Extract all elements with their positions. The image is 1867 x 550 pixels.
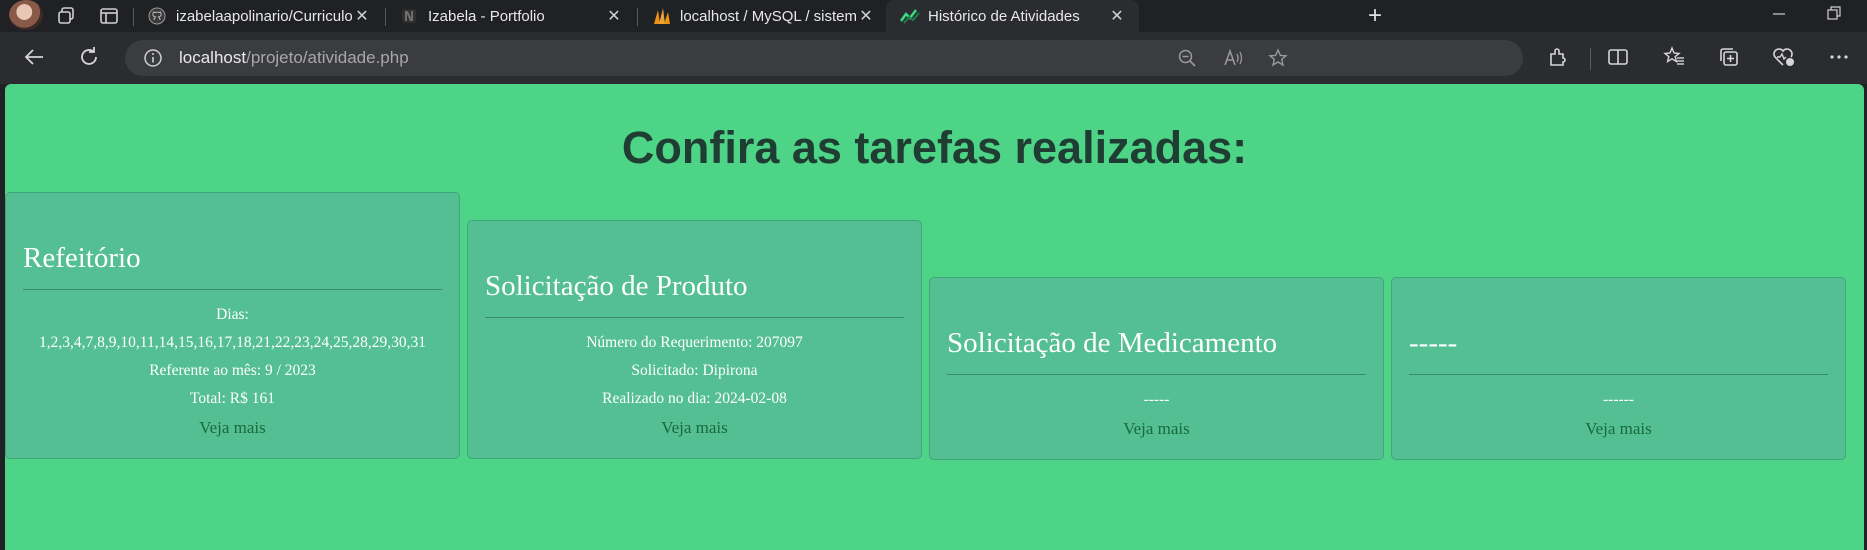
site-info-icon[interactable] [143,48,163,68]
activity-card-refeitorio: Refeitório Dias: 1,2,3,4,7,8,9,10,11,14,… [5,192,460,459]
see-more-link[interactable]: Veja mais [947,419,1366,439]
tab-title: localhost / MySQL / sistemanacj [680,7,856,25]
favorites-icon[interactable] [1661,44,1687,70]
restore-icon[interactable] [1827,4,1841,29]
tab-actions-icon[interactable] [98,5,120,27]
github-icon [148,7,166,25]
card-line: Dias: [216,306,249,323]
card-details: ------ [1409,386,1828,414]
card-details: ----- [947,386,1366,414]
see-more-link[interactable]: Veja mais [1409,419,1828,439]
tab-title: Histórico de Atividades [928,7,1080,25]
page-content: Confira as tarefas realizadas: Refeitóri… [5,84,1864,550]
url-path: /projeto/atividade.php [246,48,409,67]
browser-toolbar: localhost/projeto/atividade.php [0,32,1867,84]
card-title: Solicitação de Medicamento [947,278,1366,375]
minimize-icon[interactable] [1772,4,1786,29]
close-tab-icon[interactable]: ✕ [1107,6,1127,26]
card-line: Realizado no dia: 2024-02-08 [602,390,787,407]
tab-github[interactable]: izabelaapolinario/Curriculo ✕ [134,0,384,32]
card-line: Solicitado: Dipirona [631,362,758,379]
new-tab-button[interactable]: + [1368,2,1382,30]
card-line: Número do Requerimento: 207097 [586,334,803,351]
refresh-icon[interactable] [76,44,102,70]
card-title: ----- [1409,278,1828,375]
back-arrow-icon[interactable] [21,44,47,70]
address-bar[interactable]: localhost/projeto/atividade.php [125,40,1523,76]
extensions-icon[interactable] [1545,44,1571,70]
card-title: Solicitação de Produto [485,221,904,318]
more-menu-icon[interactable] [1826,44,1852,70]
page-title: Confira as tarefas realizadas: [621,122,1248,173]
card-line: ------ [1603,391,1634,408]
card-title: Refeitório [23,193,442,290]
activity-card-produto: Solicitação de Produto Número do Requeri… [467,220,922,459]
toolbar-separator [1590,48,1591,70]
close-tab-icon[interactable]: ✕ [604,6,624,26]
activity-card-empty: ----- ------ Veja mais [1391,277,1846,460]
split-screen-icon[interactable] [1605,44,1631,70]
tab-strip: izabelaapolinario/Curriculo ✕ Izabela - … [0,0,1867,32]
close-tab-icon[interactable]: ✕ [856,6,876,26]
tab-phpmyadmin[interactable]: localhost / MySQL / sistemanacj ✕ [638,0,888,32]
collections-icon[interactable] [1716,44,1742,70]
zoom-out-icon[interactable] [1177,48,1197,73]
tab-title: Izabela - Portfolio [428,7,545,25]
url-host: localhost [179,48,247,67]
phpmyadmin-icon [652,7,670,25]
see-more-link[interactable]: Veja mais [485,418,904,438]
read-aloud-icon[interactable] [1223,48,1245,73]
activity-card-medicamento: Solicitação de Medicamento ----- Veja ma… [929,277,1384,460]
portfolio-favicon-icon [400,7,418,25]
tab-historico[interactable]: Histórico de Atividades ✕ [886,0,1139,32]
url-text[interactable]: localhost/projeto/atividade.php [179,48,409,68]
card-line: 1,2,3,4,7,8,9,10,11,14,15,16,17,18,21,22… [39,334,426,351]
browser-essentials-icon[interactable] [1771,44,1797,70]
activity-chart-icon [899,7,920,25]
profile-avatar[interactable] [9,0,43,30]
card-details: Número do Requerimento: 207097 Solicitad… [485,329,904,413]
card-line: Referente ao mês: 9 / 2023 [149,362,316,379]
tab-title: izabelaapolinario/Curriculo [176,7,352,25]
close-tab-icon[interactable]: ✕ [352,6,372,26]
tab-portfolio[interactable]: Izabela - Portfolio ✕ [386,0,636,32]
card-line: ----- [1143,391,1170,408]
favorite-star-icon[interactable] [1268,48,1288,73]
workspaces-icon[interactable] [55,5,77,27]
card-details: Dias: 1,2,3,4,7,8,9,10,11,14,15,16,17,18… [23,301,442,413]
card-line: Total: R$ 161 [189,390,276,407]
see-more-link[interactable]: Veja mais [23,418,442,438]
